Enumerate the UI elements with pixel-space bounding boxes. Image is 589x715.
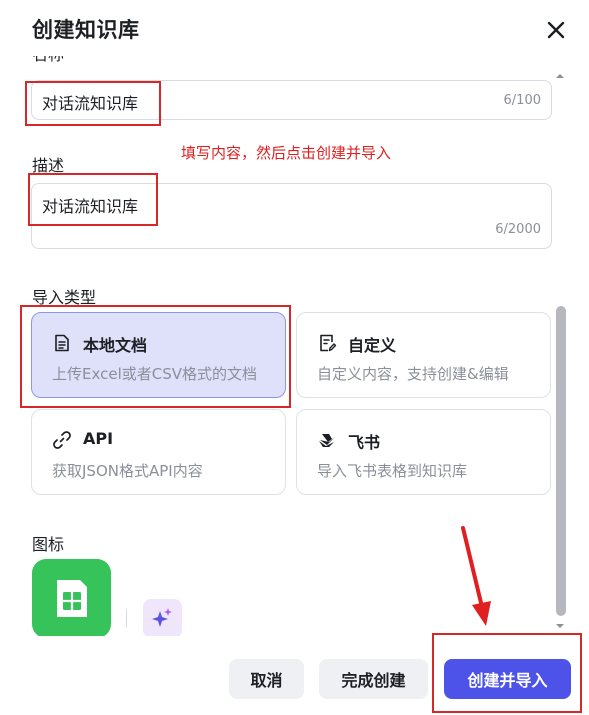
scroll-up-arrow-icon[interactable]: [555, 71, 565, 81]
import-option-title: API: [83, 429, 114, 448]
import-option-title: 自定义: [348, 336, 397, 355]
description-input-value: 对话流知识库: [42, 197, 139, 216]
ai-generate-icon-button[interactable]: [143, 599, 182, 636]
create-and-import-button[interactable]: 创建并导入: [444, 659, 571, 699]
sparkle-icon: [152, 608, 172, 627]
spreadsheet-icon: [57, 580, 87, 617]
description-counter: 6/2000: [495, 222, 541, 237]
import-option-feishu[interactable]: 飞书 导入飞书表格到知识库: [296, 409, 551, 495]
import-option-desc: 获取JSON格式API内容: [52, 462, 203, 480]
import-option-title: 飞书: [348, 433, 381, 452]
knowledge-base-icon-tile[interactable]: [32, 559, 111, 636]
scroll-down-arrow-icon[interactable]: [555, 621, 565, 631]
close-button[interactable]: [544, 18, 568, 42]
feishu-icon: [319, 434, 335, 447]
finish-create-button[interactable]: 完成创建: [319, 659, 428, 699]
import-option-title: 本地文档: [83, 336, 148, 355]
import-option-local-document[interactable]: 本地文档 上传Excel或者CSV格式的文档: [31, 312, 286, 398]
icon-section-label: 图标: [32, 535, 65, 554]
annotation-hint-text: 填写内容，然后点击创建并导入: [181, 144, 392, 162]
import-option-desc: 自定义内容，支持创建&编辑: [317, 365, 509, 383]
description-label: 描述: [32, 156, 65, 175]
description-input[interactable]: 对话流知识库 6/2000: [31, 183, 552, 249]
dialog-title: 创建知识库: [32, 18, 140, 42]
cancel-button[interactable]: 取消: [229, 659, 304, 699]
link-icon: [53, 431, 71, 449]
name-label: 名称: [32, 56, 64, 66]
import-option-api[interactable]: API 获取JSON格式API内容: [31, 409, 286, 495]
dialog-scroll-area: 名称 对话流知识库 6/100 填写内容，然后点击创建并导入 描述 对话流知识库…: [0, 56, 589, 636]
import-option-desc: 上传Excel或者CSV格式的文档: [52, 365, 257, 383]
document-icon: [55, 334, 69, 352]
icon-divider: [126, 609, 127, 627]
import-option-custom[interactable]: 自定义 自定义内容，支持创建&编辑: [296, 312, 551, 398]
name-input-value: 对话流知识库: [42, 94, 139, 113]
name-counter: 6/100: [503, 93, 541, 108]
import-option-desc: 导入飞书表格到知识库: [317, 462, 468, 480]
scrollbar-thumb[interactable]: [556, 306, 566, 616]
close-icon: [547, 21, 565, 39]
name-input[interactable]: 对话流知识库 6/100: [31, 80, 552, 120]
import-type-label: 导入类型: [32, 288, 97, 307]
create-knowledge-base-dialog: 创建知识库 名称 对话流知识库 6/100 填写内容，然后点击创建并导入 描述 …: [0, 0, 589, 715]
edit-document-icon: [320, 334, 337, 352]
